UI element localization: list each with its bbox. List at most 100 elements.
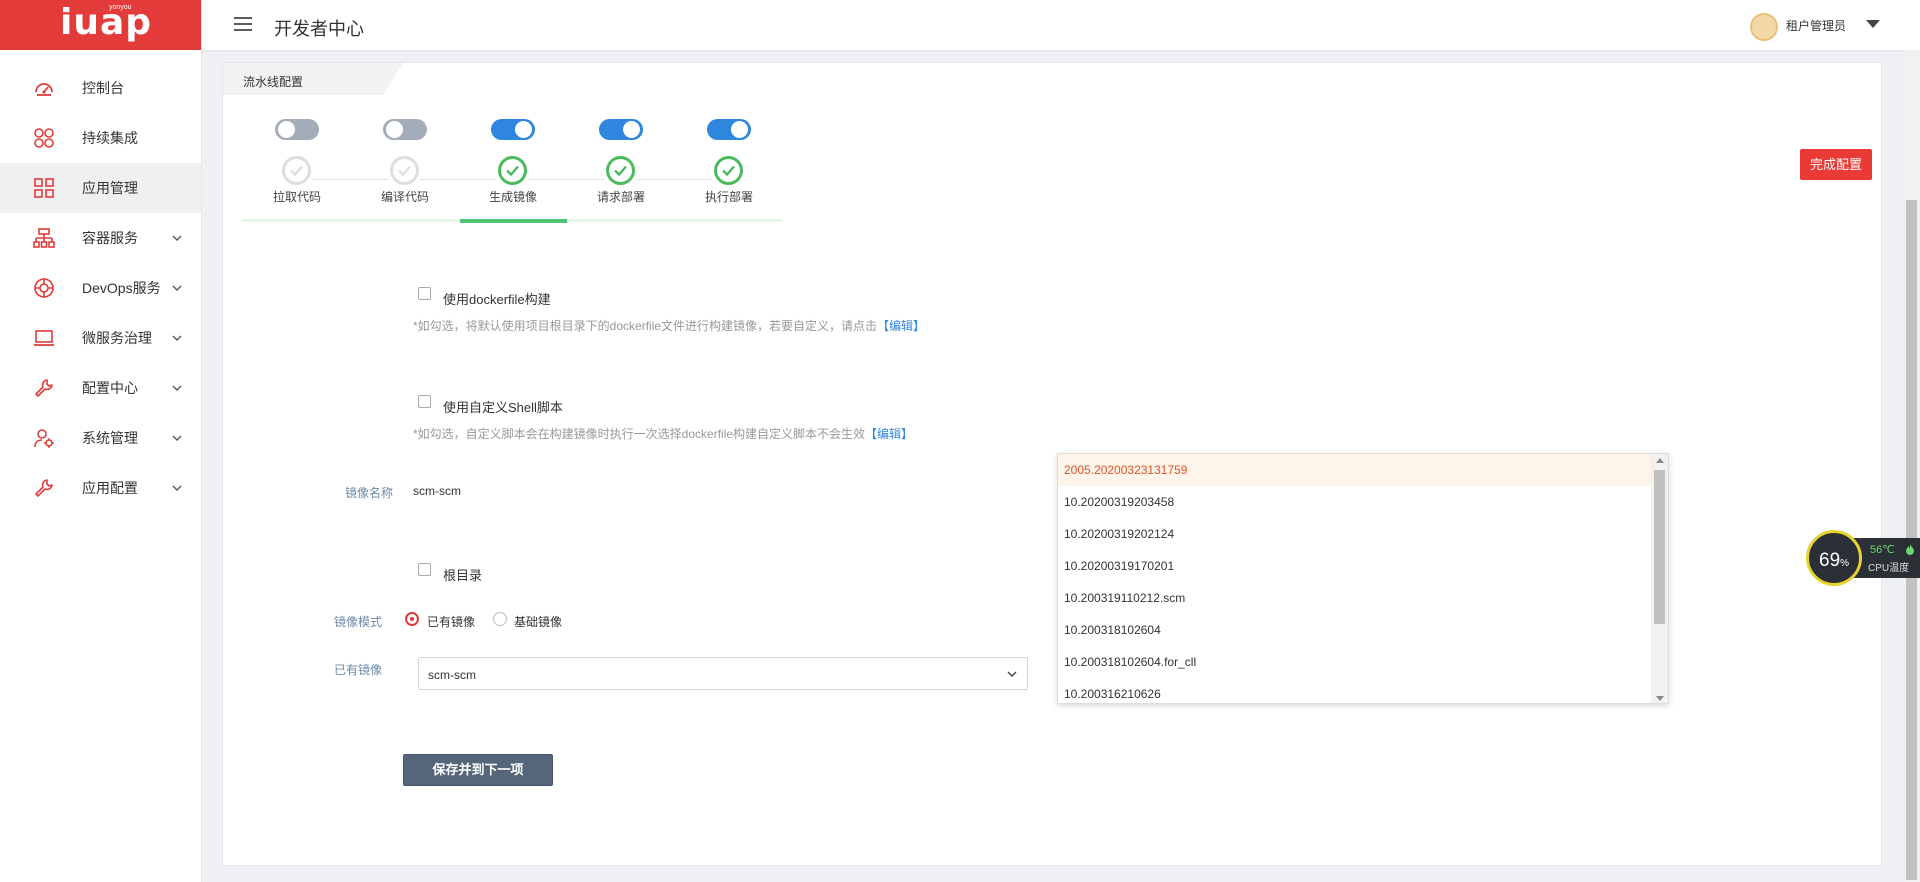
step-toggle-compile[interactable] <box>383 119 427 140</box>
dockerfile-edit-link[interactable]: 【编辑】 <box>877 319 925 333</box>
toggle-knob <box>731 121 748 138</box>
sidebar: iuap yonyou 控制台 持续集成 应用管理 容器服务 DevOps服务 … <box>0 0 202 882</box>
step-label-compile[interactable]: 编译代码 <box>360 188 450 205</box>
dropdown-option[interactable]: 10.200319110212.scm <box>1058 582 1652 614</box>
shell-checkbox[interactable] <box>418 395 431 408</box>
menu-icon[interactable] <box>233 15 253 33</box>
step-label-request-deploy[interactable]: 请求部署 <box>576 188 666 205</box>
sidebar-item-label: 系统管理 <box>82 430 138 446</box>
sidebar-item-label: 微服务治理 <box>82 330 152 346</box>
cpu-percent-value: 69 <box>1819 550 1841 571</box>
chevron-down-icon <box>172 335 182 341</box>
step-progress-active <box>460 219 567 223</box>
save-next-button[interactable]: 保存并到下一项 <box>403 754 553 786</box>
dashboard-icon <box>35 83 53 96</box>
chevron-down-icon <box>1007 671 1017 677</box>
dropdown-option[interactable]: 10.20200319202124 <box>1058 518 1652 550</box>
mode-existing-label[interactable]: 已有镜像 <box>427 613 475 630</box>
scroll-down-icon[interactable] <box>1656 696 1664 701</box>
sidebar-item-app-config[interactable]: 应用配置 <box>0 463 201 513</box>
scroll-up-icon[interactable] <box>1656 458 1664 463</box>
wrench-icon <box>35 379 53 397</box>
sidebar-item-label: 应用配置 <box>82 480 138 496</box>
mode-base-label[interactable]: 基础镜像 <box>514 613 562 630</box>
root-dir-checkbox[interactable] <box>418 563 431 576</box>
sidebar-item-container[interactable]: 容器服务 <box>0 213 201 263</box>
existing-image-label: 已有镜像 <box>334 663 383 677</box>
dropdown-option[interactable]: 10.20200319170201 <box>1058 550 1652 582</box>
step-status-execute-deploy[interactable] <box>714 156 743 185</box>
step-status-pull-code[interactable] <box>282 156 311 185</box>
page-title: 开发者中心 <box>274 19 364 39</box>
check-icon <box>290 165 303 177</box>
page-scrollbar[interactable] <box>1903 50 1920 882</box>
sidebar-item-ci[interactable]: 持续集成 <box>0 113 201 163</box>
dockerfile-hint: *如勾选，将默认使用项目根目录下的dockerfile文件进行构建镜像，若要自定… <box>413 317 925 334</box>
step-toggle-execute-deploy[interactable] <box>707 119 751 140</box>
sidebar-item-devops[interactable]: DevOps服务 <box>0 263 201 313</box>
step-connector <box>312 179 388 180</box>
avatar[interactable] <box>1750 13 1778 41</box>
step-connector <box>636 179 712 180</box>
flame-icon <box>1906 544 1914 555</box>
image-mode-label: 镜像模式 <box>334 615 383 629</box>
sidebar-item-system[interactable]: 系统管理 <box>0 413 201 463</box>
brand-name: iuap <box>60 2 153 43</box>
image-version-dropdown[interactable]: 2005.20200323131759 10.20200319203458 10… <box>1057 453 1669 704</box>
sidebar-item-label: DevOps服务 <box>82 280 161 296</box>
step-status-request-deploy[interactable] <box>606 156 635 185</box>
dockerfile-checkbox[interactable] <box>418 287 431 300</box>
step-label-build-image[interactable]: 生成镜像 <box>468 188 558 205</box>
dropdown-option[interactable]: 10.200318102604.for_cll <box>1058 646 1652 678</box>
chevron-down-icon <box>172 385 182 391</box>
existing-image-select[interactable]: scm-scm <box>418 657 1028 690</box>
toggle-knob <box>278 121 295 138</box>
existing-image-value: scm-scm <box>428 668 476 682</box>
dockerfile-label: 使用dockerfile构建 <box>443 292 551 307</box>
tab-pipeline-config[interactable]: 流水线配置 <box>223 63 403 95</box>
mode-base-radio[interactable] <box>493 612 507 626</box>
devops-icon <box>34 278 54 298</box>
cpu-temp: 56℃ <box>1870 544 1895 556</box>
dropdown-scrollbar[interactable] <box>1651 454 1668 703</box>
brand-sub: yonyou <box>109 4 132 11</box>
cpu-monitor-widget[interactable]: 69% 56℃ CPU温度 <box>1806 530 1920 586</box>
sidebar-item-label: 配置中心 <box>82 380 138 396</box>
step-toggle-build-image[interactable] <box>491 119 535 140</box>
step-toggle-request-deploy[interactable] <box>599 119 643 140</box>
shell-edit-link[interactable]: 【编辑】 <box>865 427 913 441</box>
step-status-compile[interactable] <box>390 156 419 185</box>
sidebar-item-dashboard[interactable]: 控制台 <box>0 63 201 113</box>
caret-down-icon[interactable] <box>1866 20 1880 28</box>
apps-grid-icon <box>34 178 54 198</box>
sidebar-item-microservice[interactable]: 微服务治理 <box>0 313 201 363</box>
sidebar-item-label: 应用管理 <box>82 180 138 196</box>
dropdown-option[interactable]: 10.20200319203458 <box>1058 486 1652 518</box>
step-label-pull-code[interactable]: 拉取代码 <box>252 188 342 205</box>
image-name-value: scm-scm <box>413 484 461 498</box>
mode-existing-radio[interactable] <box>405 612 419 626</box>
wrench-icon <box>35 479 53 497</box>
dropdown-scroll-thumb[interactable] <box>1654 470 1665 624</box>
dropdown-option[interactable]: 10.200316210626 <box>1058 678 1652 703</box>
dropdown-option[interactable]: 10.200318102604 <box>1058 614 1652 646</box>
toggle-knob <box>623 121 640 138</box>
step-label-execute-deploy[interactable]: 执行部署 <box>684 188 774 205</box>
user-name[interactable]: 租户管理员 <box>1786 17 1846 34</box>
sidebar-item-config-center[interactable]: 配置中心 <box>0 363 201 413</box>
finish-config-button[interactable]: 完成配置 <box>1800 149 1872 180</box>
sidebar-item-label: 容器服务 <box>82 230 138 246</box>
dropdown-option[interactable]: 2005.20200323131759 <box>1058 454 1652 486</box>
check-icon <box>506 165 519 177</box>
brand-logo[interactable]: iuap yonyou <box>0 0 201 50</box>
chevron-down-icon <box>172 285 182 291</box>
integration-icon <box>34 128 54 148</box>
sidebar-item-app-management[interactable]: 应用管理 <box>0 163 201 213</box>
shell-hint-text: *如勾选，自定义脚本会在构建镜像时执行一次选择dockerfile构建自定义脚本… <box>413 427 866 441</box>
step-toggle-pull-code[interactable] <box>275 119 319 140</box>
step-status-build-image[interactable] <box>498 156 527 185</box>
sidebar-nav: 控制台 持续集成 应用管理 容器服务 DevOps服务 微服务治理 配置中心 系… <box>0 63 201 513</box>
sidebar-item-label: 持续集成 <box>82 130 138 146</box>
shell-label: 使用自定义Shell脚本 <box>443 400 563 415</box>
toggle-knob <box>515 121 532 138</box>
